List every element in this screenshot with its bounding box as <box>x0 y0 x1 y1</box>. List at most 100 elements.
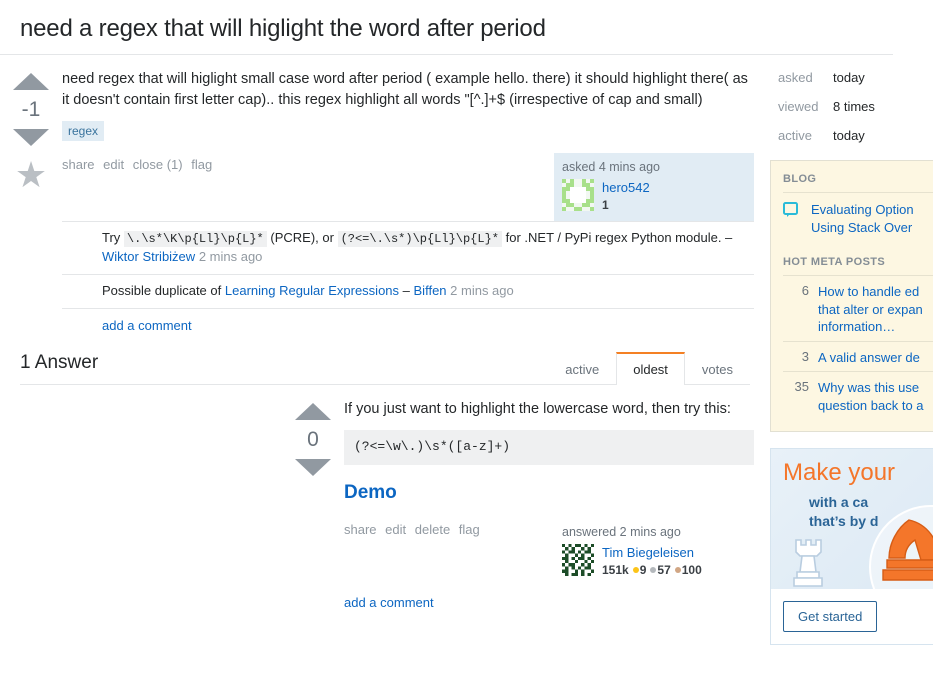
ad-headline: Make your <box>783 459 896 487</box>
share-link[interactable]: share <box>62 157 95 172</box>
question-meta-row: share edit close (1) flag asked 4 mins a… <box>62 153 754 221</box>
flag-link[interactable]: flag <box>191 157 212 172</box>
add-comment-link[interactable]: add a comment <box>102 318 192 333</box>
bronze-badge-count: 100 <box>681 562 702 577</box>
stat-asked: asked today <box>778 71 933 84</box>
meta-link-line2[interactable]: that alter or expan <box>818 302 923 317</box>
user-reputation-row: 151k 9 57 100 <box>602 562 702 578</box>
tab-votes[interactable]: votes <box>685 352 750 385</box>
user-link[interactable]: hero542 <box>602 180 650 195</box>
gold-badge-count: 9 <box>639 562 647 577</box>
delete-link[interactable]: delete <box>415 522 450 537</box>
share-link[interactable]: share <box>344 522 377 537</box>
downvote-arrow-icon[interactable] <box>13 129 49 146</box>
stat-viewed: viewed 8 times <box>778 100 933 113</box>
edit-link[interactable]: edit <box>385 522 406 537</box>
stat-label: asked <box>778 70 813 85</box>
question-vote-count: -1 <box>21 98 41 121</box>
add-comment-link[interactable]: add a comment <box>344 595 434 610</box>
close-link[interactable]: close (1) <box>133 157 183 172</box>
tag-regex[interactable]: regex <box>62 121 105 142</box>
comment-item: Try \.\s*\K\p{Ll}\p{L}* (PCRE), or (?<=\… <box>62 222 754 275</box>
question-page: need a regex that will higlight the word… <box>0 0 933 687</box>
upvote-arrow-icon[interactable] <box>295 402 331 420</box>
answer-answered-time: answered 2 mins ago <box>562 525 681 540</box>
answer-sort-tabs: active oldest votes <box>548 351 750 385</box>
ad-artwork: Make your with a ca that’s by d <box>771 449 933 590</box>
meta-post-score: 3 <box>801 348 809 364</box>
meta-post-item[interactable]: 3 A valid answer de <box>783 340 933 372</box>
meta-link-line1[interactable]: How to handle ed <box>818 284 919 299</box>
user-reputation: 151k <box>602 562 629 577</box>
answer-code-block: (?<=\w\.)\s*([a-z]+) <box>344 429 754 465</box>
question-body: need regex that will higlight small case… <box>62 69 754 111</box>
question-header: need a regex that will higlight the word… <box>0 0 893 55</box>
meta-link-line1[interactable]: A valid answer de <box>818 350 920 365</box>
question-post-cell: need regex that will higlight small case… <box>62 69 770 221</box>
question-owner-details: hero542 1 <box>602 179 650 213</box>
answer-vote-count: 0 <box>307 427 319 451</box>
answer-add-comment: add a comment <box>344 586 754 610</box>
question-tags: regex <box>62 121 754 142</box>
community-bulletin-panel: BLOG Evaluating Option Using Stack Over … <box>770 160 933 433</box>
answers-header: 1 Answer active oldest votes <box>20 351 750 385</box>
flag-link[interactable]: flag <box>459 522 480 537</box>
comment-author-link[interactable]: Wiktor Stribiżew <box>102 249 195 264</box>
ad-subtext: with a ca that’s by d <box>809 493 879 531</box>
meta-post-score: 6 <box>801 283 809 299</box>
tab-active[interactable]: active <box>548 352 616 385</box>
question-post: -1 ★ need regex that will higlight small… <box>0 55 770 221</box>
stat-value: today <box>833 128 865 143</box>
answer-body-text: If you just want to highlight the lowerc… <box>344 400 731 417</box>
meta-link-line3[interactable]: information… <box>818 319 895 334</box>
chess-knight-icon <box>879 514 933 589</box>
meta-post-text: How to handle ed that alter or expan inf… <box>818 283 923 336</box>
stat-value: today <box>833 70 865 85</box>
edit-link[interactable]: edit <box>103 157 124 172</box>
question-add-comment: add a comment <box>62 309 754 333</box>
comment-item: Possible duplicate of Learning Regular E… <box>62 275 754 309</box>
comment-code-2: (?<=\.\s*)\p{Ll}\p{L}* <box>337 230 502 247</box>
hot-meta-heading: HOT META POSTS <box>783 256 886 269</box>
blog-link-line1[interactable]: Evaluating Option <box>811 202 914 217</box>
answer-post-cell: If you just want to highlight the lowerc… <box>344 399 770 610</box>
meta-link-line1[interactable]: Why was this use <box>818 380 919 395</box>
question-owner-row: hero542 1 <box>562 179 746 213</box>
comment-author-link[interactable]: Biffen <box>414 283 447 298</box>
downvote-arrow-icon[interactable] <box>295 458 331 476</box>
blog-item[interactable]: Evaluating Option Using Stack Over <box>783 192 933 242</box>
blog-heading: BLOG <box>783 173 817 185</box>
comment-text-mid: (PCRE), or <box>270 229 334 245</box>
avatar[interactable] <box>562 179 594 212</box>
answer-body: If you just want to highlight the lowerc… <box>344 399 754 512</box>
question-body-text: need regex that will higlight small case… <box>62 71 748 109</box>
advertisement[interactable]: Make your with a ca that’s by d Get star… <box>770 448 933 646</box>
silver-badge-icon <box>650 566 657 573</box>
comment-text-before: Possible duplicate of <box>102 283 222 298</box>
upvote-arrow-icon[interactable] <box>13 73 49 90</box>
ad-subtext-line1: with a ca <box>809 494 869 511</box>
meta-post-score: 35 <box>794 379 809 395</box>
meta-post-item[interactable]: 6 How to handle ed that alter or expan i… <box>783 275 933 341</box>
answer-vote-cell: 0 <box>282 399 344 610</box>
answer-owner-row: Tim Biegeleisen 151k 9 57 100 <box>562 544 746 578</box>
comment-duplicate-link[interactable]: Learning Regular Expressions <box>225 283 399 298</box>
page-title: need a regex that will higlight the word… <box>20 15 546 42</box>
comment-dash: – <box>402 283 410 298</box>
user-link[interactable]: Tim Biegeleisen <box>602 545 694 560</box>
stat-active: active today <box>778 129 933 142</box>
get-started-button[interactable]: Get started <box>783 601 878 633</box>
favorite-star-icon[interactable]: ★ <box>14 157 48 193</box>
question-post-menu: share edit close (1) flag <box>62 153 217 172</box>
avatar[interactable] <box>562 544 594 577</box>
comment-age: 2 mins ago <box>198 249 263 265</box>
meta-post-item[interactable]: 35 Why was this use question back to a <box>783 371 933 419</box>
bronze-badge-icon <box>674 566 681 573</box>
tab-oldest[interactable]: oldest <box>616 351 685 385</box>
ad-subtext-line2: that’s by d <box>809 513 879 530</box>
demo-link[interactable]: Demo <box>344 479 397 507</box>
blog-link-line2[interactable]: Using Stack Over <box>811 220 912 235</box>
question-owner-card: asked 4 mins ago hero542 1 <box>554 153 754 221</box>
meta-link-line2[interactable]: question back to a <box>818 398 924 413</box>
answers-count: 1 Answer <box>20 351 99 373</box>
